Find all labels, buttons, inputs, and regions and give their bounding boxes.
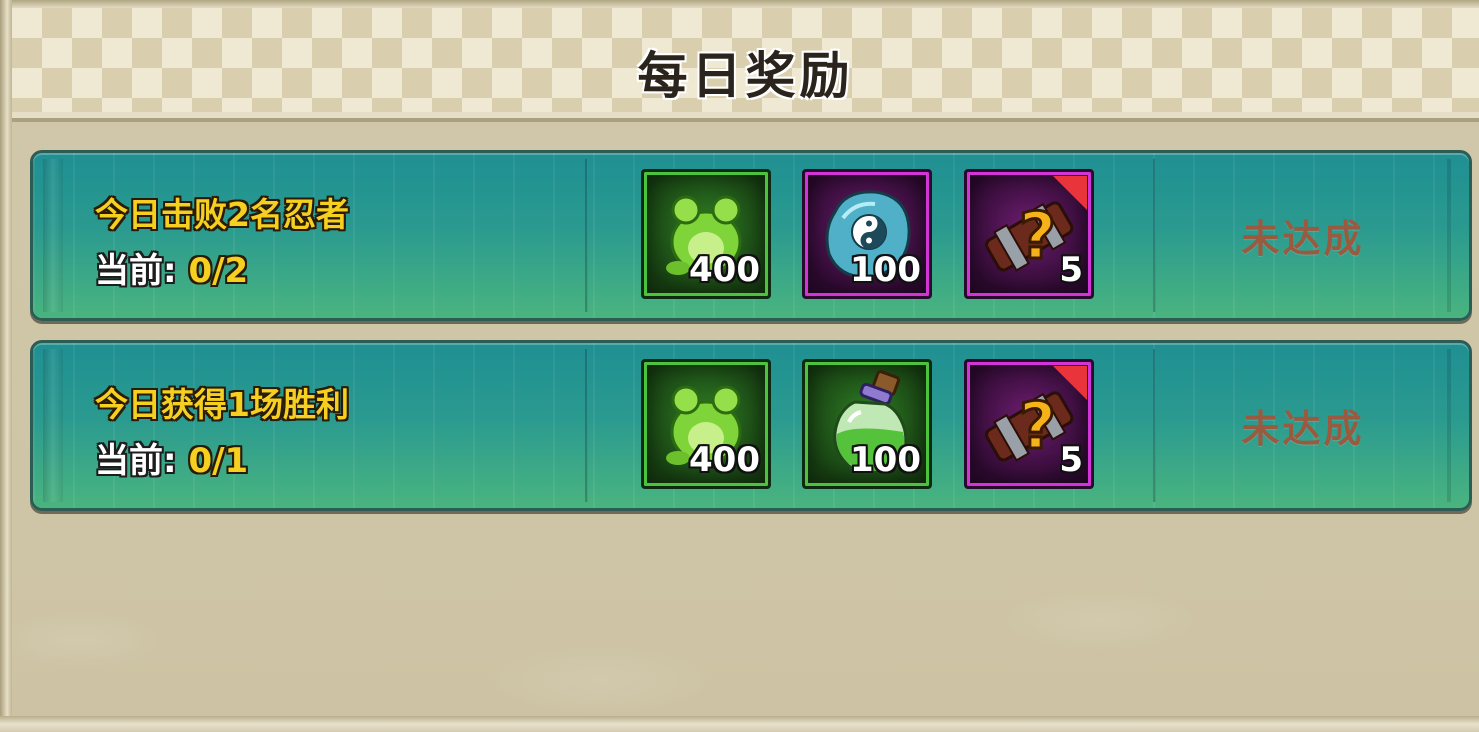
rarity-flag-icon	[1053, 366, 1087, 400]
reward-quantity: 400	[689, 440, 760, 480]
reward-quantity: 400	[689, 250, 760, 290]
reward-quantity: 100	[850, 440, 921, 480]
header-banner: 每日奖励	[12, 8, 1479, 122]
frame-bottom	[0, 716, 1479, 732]
quest-title: 今日获得1场胜利	[95, 385, 349, 424]
panel-title: 每日奖励	[637, 47, 854, 105]
svg-text:?: ?	[1019, 200, 1056, 274]
reward-item-frog[interactable]: 400	[641, 359, 771, 489]
quest-row: 今日击败2名忍者 当前: 0/2 400 100 ? 5 未达成	[30, 150, 1472, 321]
row-edge	[43, 349, 63, 502]
quest-status: 未达成	[1241, 407, 1365, 451]
reward-quantity: 5	[1059, 440, 1083, 480]
reward-item-scroll[interactable]: ? 5	[964, 359, 1094, 489]
reward-item-potion[interactable]: 100	[802, 359, 932, 489]
progress-label: 当前:	[95, 251, 177, 291]
reward-item-frog[interactable]: 400	[641, 169, 771, 299]
rarity-flag-icon	[1053, 176, 1087, 210]
daily-rewards-panel: 每日奖励 今日击败2名忍者 当前: 0/2 400 100 ? 5 未达成 今日…	[0, 0, 1479, 732]
quest-title: 今日击败2名忍者	[95, 195, 349, 234]
row-divider	[585, 159, 588, 312]
quest-progress: 当前: 0/1	[95, 433, 248, 482]
reward-quantity: 100	[850, 250, 921, 290]
progress-value: 0/1	[188, 441, 249, 481]
frame-top	[0, 0, 1479, 8]
quest-progress: 当前: 0/2	[95, 243, 248, 292]
progress-value: 0/2	[188, 251, 249, 291]
svg-text:?: ?	[1019, 390, 1056, 464]
row-divider	[585, 349, 588, 502]
reward-quantity: 5	[1059, 250, 1083, 290]
reward-item-scroll[interactable]: ? 5	[964, 169, 1094, 299]
reward-item-stone[interactable]: 100	[802, 169, 932, 299]
row-edge	[43, 159, 63, 312]
quest-row: 今日获得1场胜利 当前: 0/1 400 100 ? 5 未达成	[30, 340, 1472, 511]
quest-status: 未达成	[1241, 217, 1365, 261]
frame-left	[0, 0, 12, 732]
progress-label: 当前:	[95, 441, 177, 481]
